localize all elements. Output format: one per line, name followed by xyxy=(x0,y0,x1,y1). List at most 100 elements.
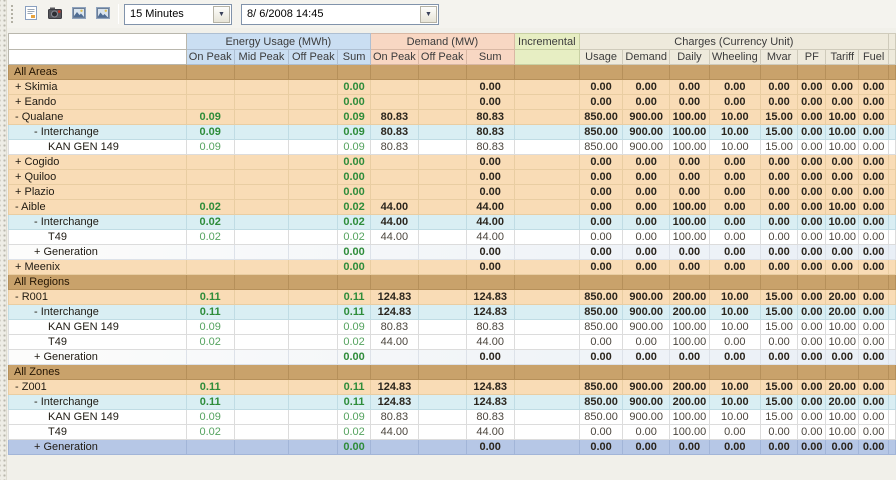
chevron-down-icon[interactable]: ▼ xyxy=(213,6,230,23)
row-name-cell[interactable]: - Interchange xyxy=(9,125,187,140)
row-name-cell[interactable]: - Interchange xyxy=(9,305,187,320)
table-row[interactable]: - Interchange0.020.0244.0044.000.000.001… xyxy=(9,215,896,230)
report-button[interactable] xyxy=(19,2,43,26)
datetime-select[interactable]: 8/ 6/2008 14:45 ▼ xyxy=(241,4,439,25)
row-name-cell[interactable]: + Plazio xyxy=(9,185,187,200)
table-row[interactable]: - Qualane0.090.0980.8380.83850.00900.001… xyxy=(9,110,896,125)
row-name-cell[interactable]: T49 xyxy=(9,230,187,245)
row-name-cell[interactable]: + Generation xyxy=(9,245,187,260)
value-cell xyxy=(234,410,289,425)
row-name-cell[interactable]: KAN GEN 149 xyxy=(9,320,187,335)
image-button[interactable] xyxy=(67,2,91,26)
value-cell xyxy=(289,80,338,95)
value-cell xyxy=(418,305,466,320)
value-cell: 0.00 xyxy=(466,170,514,185)
value-cell: 0.02 xyxy=(338,200,371,215)
value-cell: 200.00 xyxy=(669,305,709,320)
value-cell: 0.00 xyxy=(338,80,371,95)
table-row[interactable]: + Plazio0.000.000.000.000.000.000.000.00… xyxy=(9,185,896,200)
row-name-cell[interactable]: + Cogido xyxy=(9,155,187,170)
value-cell: 0.00 xyxy=(709,200,760,215)
value-cell: 0.11 xyxy=(186,290,234,305)
energy-table: Energy Usage (MWh)Demand (MW)Incremental… xyxy=(8,33,896,455)
table-row[interactable]: + Cogido0.000.000.000.000.000.000.000.00… xyxy=(9,155,896,170)
table-row[interactable]: + Skimia0.000.000.000.000.000.000.000.00… xyxy=(9,80,896,95)
table-row[interactable]: KAN GEN 1490.090.0980.8380.83850.00900.0… xyxy=(9,410,896,425)
value-cell: 0.00 xyxy=(709,155,760,170)
snapshot-button[interactable] xyxy=(43,2,67,26)
row-name-cell[interactable]: T49 xyxy=(9,425,187,440)
value-cell: 0.00 xyxy=(709,350,760,365)
value-cell: 0.00 xyxy=(798,125,826,140)
toolbar: 15 Minutes ▼ 8/ 6/2008 14:45 ▼ xyxy=(7,0,896,28)
interval-select[interactable]: 15 Minutes ▼ xyxy=(124,4,232,25)
row-name-cell[interactable]: + Meenix xyxy=(9,260,187,275)
value-cell xyxy=(289,125,338,140)
column-header-wheeling-12: Wheeling xyxy=(709,50,760,65)
image-save-button[interactable] xyxy=(91,2,115,26)
value-cell: 850.00 xyxy=(579,110,623,125)
value-cell: 124.83 xyxy=(370,380,418,395)
table-row[interactable]: - Interchange0.090.0980.8380.83850.00900… xyxy=(9,125,896,140)
value-cell xyxy=(514,260,579,275)
chevron-down-icon[interactable]: ▼ xyxy=(420,6,437,23)
section-row[interactable]: All Regions xyxy=(9,275,896,290)
group-header-blank xyxy=(9,34,187,50)
value-cell xyxy=(669,65,709,80)
row-name-cell[interactable]: - Aible xyxy=(9,200,187,215)
table-row[interactable]: T490.020.0244.0044.000.000.00100.000.000… xyxy=(9,425,896,440)
value-cell: 0.00 xyxy=(579,335,623,350)
value-cell xyxy=(338,65,371,80)
row-name-cell[interactable]: All Zones xyxy=(9,365,187,380)
row-name-cell[interactable]: KAN GEN 149 xyxy=(9,140,187,155)
table-row[interactable]: - R0010.110.11124.83124.83850.00900.0020… xyxy=(9,290,896,305)
value-cell: 0.11 xyxy=(338,290,371,305)
section-row[interactable]: All Zones xyxy=(9,365,896,380)
table-row[interactable]: + Quiloo0.000.000.000.000.000.000.000.00… xyxy=(9,170,896,185)
table-row[interactable]: + Meenix0.000.000.000.000.000.000.000.00… xyxy=(9,260,896,275)
table-row[interactable]: + Generation0.000.000.000.000.000.000.00… xyxy=(9,440,896,455)
section-row[interactable]: All Areas xyxy=(9,65,896,80)
table-row[interactable]: - Interchange0.110.11124.83124.83850.009… xyxy=(9,305,896,320)
value-cell: 15.00 xyxy=(760,380,798,395)
row-name-cell[interactable]: All Regions xyxy=(9,275,187,290)
row-name-cell[interactable]: + Generation xyxy=(9,350,187,365)
table-row[interactable]: - Aible0.020.0244.0044.000.000.00100.000… xyxy=(9,200,896,215)
table-row[interactable]: + Generation0.000.000.000.000.000.000.00… xyxy=(9,350,896,365)
table-row[interactable]: + Eando0.000.000.000.000.000.000.000.000… xyxy=(9,95,896,110)
row-name-cell[interactable]: - Interchange xyxy=(9,215,187,230)
row-name-cell[interactable]: - R001 xyxy=(9,290,187,305)
table-row[interactable]: KAN GEN 1490.090.0980.8380.83850.00900.0… xyxy=(9,320,896,335)
row-sliver xyxy=(889,260,896,275)
snapshot-icon xyxy=(47,5,63,24)
value-cell: 0.00 xyxy=(798,185,826,200)
row-name-cell[interactable]: - Interchange xyxy=(9,395,187,410)
value-cell xyxy=(370,440,418,455)
table-row[interactable]: T490.020.0244.0044.000.000.00100.000.000… xyxy=(9,335,896,350)
row-name-cell[interactable]: - Z001 xyxy=(9,380,187,395)
value-cell xyxy=(466,275,514,290)
row-name-cell[interactable]: KAN GEN 149 xyxy=(9,410,187,425)
row-name-cell[interactable]: + Eando xyxy=(9,95,187,110)
value-cell xyxy=(234,170,289,185)
row-name-cell[interactable]: + Skimia xyxy=(9,80,187,95)
row-sliver xyxy=(889,245,896,260)
value-cell: 10.00 xyxy=(826,215,859,230)
column-header-blank xyxy=(9,50,187,65)
value-cell: 0.00 xyxy=(623,230,670,245)
table-row[interactable]: - Interchange0.110.11124.83124.83850.009… xyxy=(9,395,896,410)
table-row[interactable]: KAN GEN 1490.090.0980.8380.83850.00900.0… xyxy=(9,140,896,155)
table-row[interactable]: + Generation0.000.000.000.000.000.000.00… xyxy=(9,245,896,260)
row-name-cell[interactable]: T49 xyxy=(9,335,187,350)
value-cell xyxy=(186,350,234,365)
dock-splitter[interactable] xyxy=(0,0,7,480)
group-header-demand-mw: Demand (MW) xyxy=(370,34,514,50)
value-cell: 850.00 xyxy=(579,395,623,410)
row-name-cell[interactable]: + Generation xyxy=(9,440,187,455)
table-row[interactable]: - Z0010.110.11124.83124.83850.00900.0020… xyxy=(9,380,896,395)
row-name-cell[interactable]: + Quiloo xyxy=(9,170,187,185)
row-name-cell[interactable]: - Qualane xyxy=(9,110,187,125)
toolbar-grip[interactable] xyxy=(10,4,14,24)
row-name-cell[interactable]: All Areas xyxy=(9,65,187,80)
table-row[interactable]: T490.020.0244.0044.000.000.00100.000.000… xyxy=(9,230,896,245)
